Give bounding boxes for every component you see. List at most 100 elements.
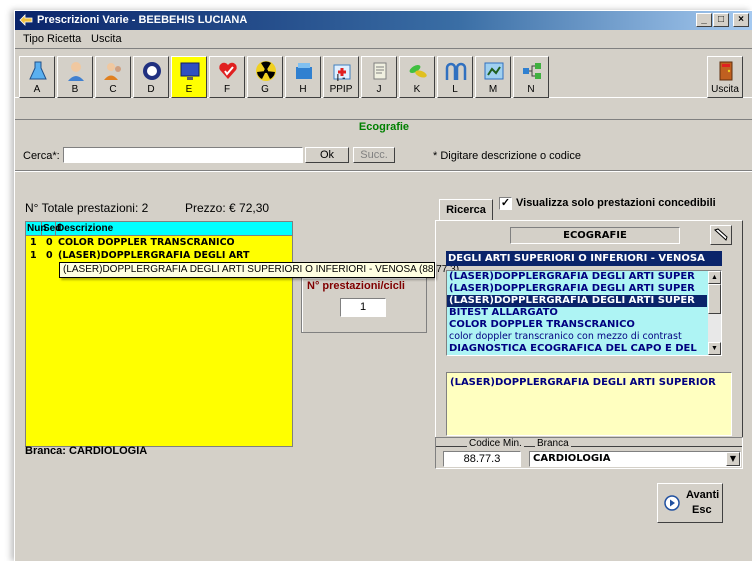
- scroll-up-icon[interactable]: ▲: [708, 271, 721, 284]
- row-sed: 0: [46, 237, 53, 248]
- selected-search-text[interactable]: DEGLI ARTI SUPERIORI O INFERIORI - VENOS…: [446, 251, 722, 266]
- list-item[interactable]: DIAGNOSTICA ECOGRAFICA DEL CAPO E DEL: [447, 343, 707, 355]
- menu-uscita[interactable]: Uscita: [91, 33, 122, 45]
- esc-label: Esc: [692, 504, 712, 516]
- edit-button[interactable]: [710, 225, 732, 245]
- table-row[interactable]: 1 0 COLOR DOPPLER TRANSCRANICO: [26, 237, 292, 249]
- tool-label: F: [223, 84, 231, 95]
- tool-n-button[interactable]: N: [513, 56, 549, 98]
- next-button[interactable]: Succ.: [353, 147, 395, 163]
- tool-f-button[interactable]: F: [209, 56, 245, 98]
- tab-ricerca[interactable]: Ricerca: [439, 199, 493, 221]
- row-desc: COLOR DOPPLER TRANSCRANICO: [58, 237, 235, 248]
- grid-header: Nun Sed Descrizione: [26, 222, 292, 236]
- concedibili-checkbox[interactable]: ✓: [499, 197, 512, 210]
- list-item[interactable]: (LASER)DOPPLERGRAFIA DEGLI ARTI SUPER: [447, 283, 707, 295]
- nprest-input[interactable]: 1: [340, 298, 386, 317]
- tool-label: E: [185, 84, 193, 95]
- tool-i-ppip-button[interactable]: I - PPIP: [323, 56, 359, 98]
- nprest-label: N° prestazioni/cicli: [307, 280, 405, 292]
- avanti-button[interactable]: Avanti Esc: [657, 483, 723, 523]
- tool-m-button[interactable]: M: [475, 56, 511, 98]
- tool-label: B: [71, 84, 79, 95]
- monitor-icon: [180, 62, 200, 80]
- map-icon: [484, 62, 504, 80]
- list-item[interactable]: COLOR DOPPLER TRANSCRANICO: [447, 319, 707, 331]
- toolbar: A B C D E F G H I - PPIP J K L M N Uscit…: [15, 48, 752, 98]
- tool-a-button[interactable]: A: [19, 56, 55, 98]
- tool-d-button[interactable]: D: [133, 56, 169, 98]
- row-desc: (LASER)DOPPLERGRAFIA DEGLI ART: [58, 250, 250, 261]
- minimize-button[interactable]: _: [696, 13, 712, 27]
- list-scrollbar[interactable]: ▲ ▼: [708, 271, 721, 355]
- tool-label: H: [299, 84, 307, 95]
- radiation-icon: [256, 61, 276, 81]
- branca-select[interactable]: CARDIOLOGIA ▼: [529, 451, 741, 467]
- app-icon: [19, 14, 33, 26]
- network-icon: [523, 63, 541, 79]
- list-item[interactable]: color doppler transcranico con mezzo di …: [447, 331, 707, 343]
- tool-c-button[interactable]: C: [95, 56, 131, 98]
- divider: [15, 170, 752, 172]
- table-row[interactable]: 1 0 (LASER)DOPPLERGRAFIA DEGLI ART: [26, 250, 292, 262]
- pencil-icon: [714, 228, 728, 241]
- total-count: N° Totale prestazioni: 2: [25, 201, 149, 215]
- tool-l-button[interactable]: L: [437, 56, 473, 98]
- uscita-button[interactable]: Uscita: [707, 56, 743, 98]
- results-list[interactable]: (LASER)DOPPLERGRAFIA DEGLI ARTI SUPER (L…: [446, 270, 722, 356]
- grid-header-sed[interactable]: Sed: [42, 222, 61, 236]
- description-box: (LASER)DOPPLERGRAFIA DEGLI ARTI SUPERIOR: [446, 372, 732, 436]
- search-input[interactable]: [63, 147, 303, 163]
- tool-label: A: [33, 84, 41, 95]
- prescriptions-grid[interactable]: Nun Sed Descrizione 1 0 COLOR DOPPLER TR…: [25, 221, 293, 447]
- flask-icon: [29, 61, 47, 80]
- tool-label: G: [261, 84, 269, 95]
- scroll-down-icon[interactable]: ▼: [708, 342, 721, 355]
- heart-check-icon: [219, 62, 237, 79]
- list-item[interactable]: BITEST ALLARGATO: [447, 307, 707, 319]
- row-sed: 0: [46, 250, 53, 261]
- menu-tipo-ricetta[interactable]: Tipo Ricetta: [23, 33, 81, 45]
- list-item[interactable]: (LASER)DOPPLERGRAFIA DEGLI ARTI SUPER: [447, 271, 707, 283]
- nprest-group: N° prestazioni/cicli 1: [301, 277, 427, 333]
- list-item[interactable]: (LASER)DOPPLERGRAFIA DEGLI ARTI SUPER: [447, 295, 707, 307]
- maximize-button[interactable]: □: [713, 13, 729, 27]
- ricerca-panel: ECOGRAFIE DEGLI ARTI SUPERIORI O INFERIO…: [435, 220, 743, 447]
- price: Prezzo: € 72,30: [185, 201, 270, 215]
- branca-summary: Branca: CARDIOLOGIA: [25, 445, 148, 457]
- tool-e-button[interactable]: E: [171, 56, 207, 98]
- grid-header-num[interactable]: Nun: [26, 222, 46, 236]
- title-bar[interactable]: Prescrizioni Varie - BEEBEHIS LUCIANA _ …: [15, 11, 752, 30]
- window-title: Prescrizioni Varie - BEEBEHIS LUCIANA: [37, 14, 248, 26]
- tool-label: K: [413, 84, 421, 95]
- codice-label: Codice Min.: [467, 438, 524, 449]
- tool-g-button[interactable]: G: [247, 56, 283, 98]
- menu-bar: Tipo Ricetta Uscita: [15, 30, 752, 48]
- section-title: Ecografie: [15, 119, 752, 133]
- row-num: 1: [30, 237, 37, 248]
- branca-label: Branca: [535, 438, 571, 449]
- tool-label: N: [527, 84, 535, 95]
- play-circle-icon: [664, 495, 680, 511]
- tool-label: J: [376, 84, 382, 95]
- tool-k-button[interactable]: K: [399, 56, 435, 98]
- tool-label: M: [488, 84, 498, 95]
- tool-label: I - PPIP: [329, 73, 353, 95]
- tool-j-button[interactable]: J: [361, 56, 397, 98]
- tool-h-button[interactable]: H: [285, 56, 321, 98]
- chevron-down-icon[interactable]: ▼: [726, 452, 740, 466]
- main-window: Prescrizioni Varie - BEEBEHIS LUCIANA _ …: [14, 10, 752, 561]
- search-label: Cerca*:: [23, 150, 60, 162]
- tool-label: C: [109, 84, 117, 95]
- emblem-icon: [143, 62, 161, 80]
- concedibili-label: Visualizza solo prestazioni concedibili: [516, 197, 716, 209]
- ok-button[interactable]: Ok: [305, 147, 349, 163]
- grid-header-desc[interactable]: Descrizione: [56, 222, 292, 236]
- box-icon: [296, 63, 312, 79]
- scroll-thumb[interactable]: [708, 284, 721, 314]
- tool-b-button[interactable]: B: [57, 56, 93, 98]
- codice-field[interactable]: 88.77.3: [443, 451, 521, 467]
- pills-icon: [409, 65, 427, 78]
- doctor-icon: [68, 62, 84, 81]
- close-button[interactable]: ×: [733, 13, 749, 27]
